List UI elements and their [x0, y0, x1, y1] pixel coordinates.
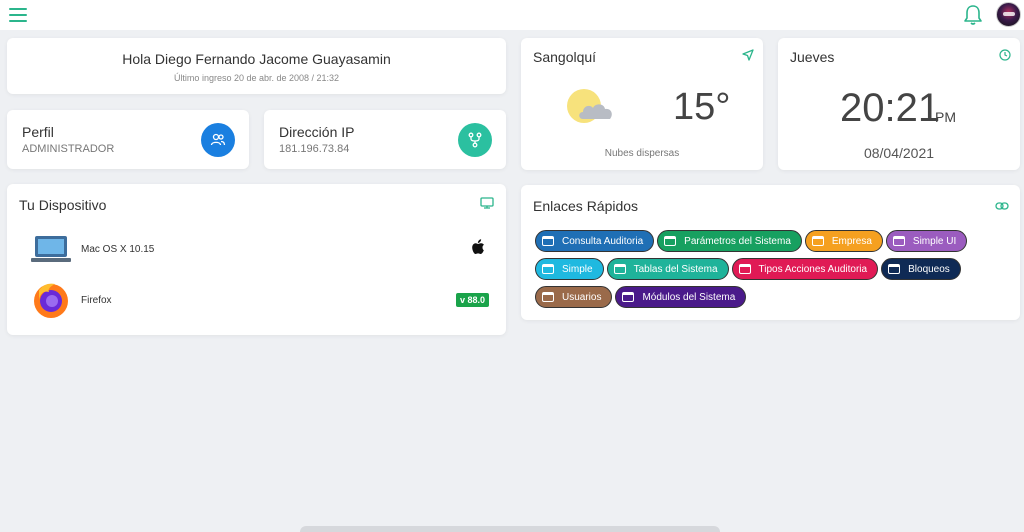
dock-shadow — [300, 526, 720, 532]
clock-day: Jueves — [790, 49, 835, 65]
profile-title: Perfil — [22, 124, 54, 140]
window-icon — [664, 236, 677, 246]
window-icon — [542, 236, 554, 246]
browser-version-badge: v 88.0 — [455, 293, 489, 307]
greeting-card: Hola Diego Fernando Jacome Guayasamin Úl… — [7, 38, 506, 94]
window-icon — [622, 292, 635, 302]
quick-link-label: Usuarios — [562, 291, 602, 303]
device-os-row: Mac OS X 10.15 — [29, 232, 489, 270]
quick-link-chip[interactable]: Usuarios — [535, 286, 613, 308]
quick-link-label: Parámetros del Sistema — [684, 235, 791, 247]
quick-link-chip[interactable]: Parámetros del Sistema — [657, 230, 802, 252]
weather-temperature: 15° — [673, 86, 731, 128]
ip-card: Dirección IP 181.196.73.84 — [264, 110, 506, 169]
window-icon — [542, 292, 554, 302]
device-os: Mac OS X 10.15 — [81, 244, 155, 255]
quick-link-label: Tipos Acciones Auditoria — [758, 263, 868, 275]
location-arrow-icon — [742, 48, 754, 66]
device-title: Tu Dispositivo — [19, 197, 107, 213]
clock-icon — [999, 48, 1011, 66]
ip-value: 181.196.73.84 — [279, 143, 350, 155]
quick-link-chip[interactable]: Tablas del Sistema — [606, 258, 729, 280]
device-browser-row: Firefox v 88.0 — [29, 282, 489, 320]
window-icon — [613, 264, 626, 274]
quick-link-chip[interactable]: Simple UI — [885, 230, 968, 252]
hamburger-menu-icon[interactable] — [9, 8, 27, 22]
last-login: Último ingreso 20 de abr. de 2008 / 21:3… — [173, 73, 340, 83]
avatar[interactable] — [996, 2, 1021, 27]
clock-card: Jueves 20:21 PM 08/04/2021 — [778, 38, 1020, 170]
window-icon — [888, 264, 901, 274]
weather-description: Nubes dispersas — [604, 148, 680, 159]
ip-title: Dirección IP — [279, 124, 355, 140]
quick-link-label: Módulos del Sistema — [642, 291, 736, 303]
firefox-icon — [31, 280, 71, 325]
quick-link-chip[interactable]: Simple — [535, 258, 604, 280]
bell-icon[interactable] — [963, 4, 983, 26]
quick-link-label: Consulta Auditoria — [562, 235, 644, 247]
link-icon — [995, 198, 1009, 216]
weather-city: Sangolquí — [533, 49, 597, 65]
quick-link-label: Bloqueos — [908, 263, 950, 275]
quick-link-chip[interactable]: Módulos del Sistema — [615, 286, 747, 308]
window-icon — [738, 264, 751, 274]
top-bar — [0, 0, 1024, 30]
quick-link-chip[interactable]: Consulta Auditoria — [535, 230, 655, 252]
device-browser: Firefox — [81, 295, 112, 306]
window-icon — [811, 236, 824, 246]
clock-time: 20:21 — [840, 86, 941, 130]
profile-card: Perfil ADMINISTRADOR — [7, 110, 249, 169]
quick-link-chip[interactable]: Tipos Acciones Auditoria — [731, 258, 879, 280]
quick-links-card: Enlaces Rápidos Consulta Auditoria Paráme… — [521, 185, 1020, 320]
quick-links-list: Consulta Auditoria Parámetros del Sistema… — [535, 230, 1005, 314]
cloud-icon — [579, 104, 612, 119]
quick-link-label: Empresa — [831, 235, 872, 247]
monitor-icon — [480, 196, 494, 214]
quick-link-chip[interactable]: Empresa — [804, 230, 883, 252]
quick-link-label: Simple UI — [912, 235, 957, 247]
git-fork-icon — [458, 123, 492, 157]
clock-date: 08/04/2021 — [863, 145, 935, 161]
device-card: Tu Dispositivo Mac OS X 10.15 Firefox v … — [7, 184, 506, 335]
quick-link-label: Simple — [562, 263, 593, 275]
quick-link-chip[interactable]: Bloqueos — [881, 258, 961, 280]
profile-value: ADMINISTRADOR — [22, 143, 115, 155]
laptop-icon — [31, 234, 71, 269]
window-icon — [892, 236, 905, 246]
window-icon — [542, 264, 554, 274]
greeting-name: Hola Diego Fernando Jacome Guayasamin — [122, 51, 391, 67]
users-icon — [201, 123, 235, 157]
apple-icon — [471, 239, 485, 260]
weather-card: Sangolquí 15° Nubes dispersas — [521, 38, 763, 170]
clock-ampm: PM — [935, 109, 956, 125]
quick-link-label: Tablas del Sistema — [633, 263, 718, 275]
quick-links-title: Enlaces Rápidos — [533, 198, 639, 214]
